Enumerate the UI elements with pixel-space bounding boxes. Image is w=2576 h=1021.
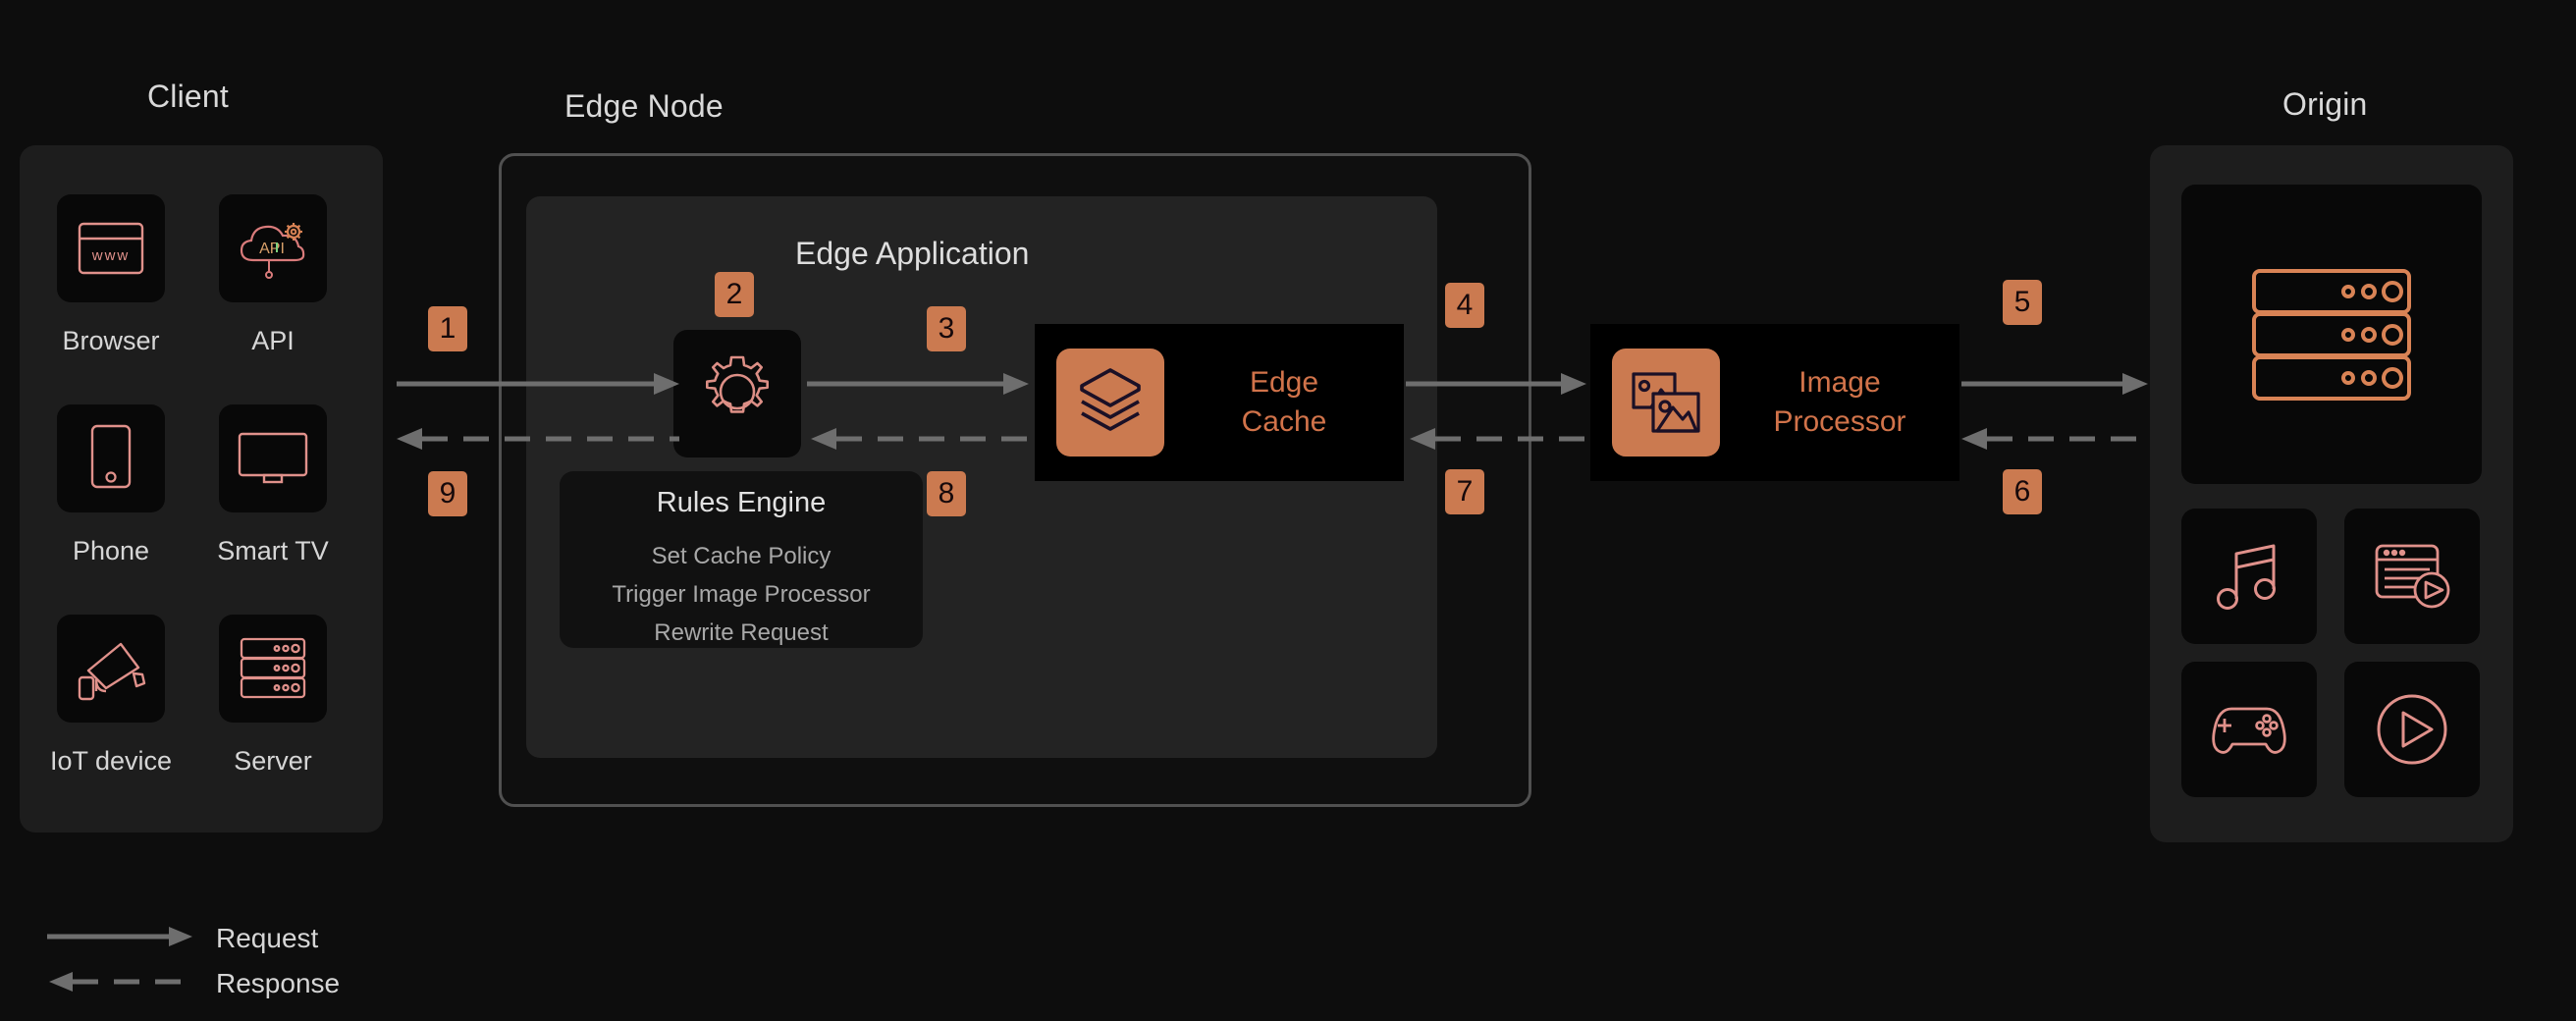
step-badge-6: 6 [2003, 469, 2042, 514]
step-badge-8: 8 [927, 471, 966, 516]
step-badge-1: 1 [428, 306, 467, 351]
rules-engine-icon-tile[interactable] [673, 330, 801, 457]
client-group-title: Client [147, 79, 230, 114]
arrow-request-client-to-edge [397, 371, 681, 397]
legend-response: Response [47, 968, 340, 999]
rules-engine-item-0: Set Cache Policy [651, 543, 832, 569]
rules-engine-title: Rules Engine [656, 487, 827, 518]
origin-asset-game[interactable] [2181, 662, 2317, 797]
svg-text:www: www [91, 247, 131, 264]
origin-asset-music[interactable] [2181, 509, 2317, 644]
arrow-response-processor-to-cache [1398, 426, 1592, 452]
layers-stack-icon [1056, 349, 1164, 457]
edge-cache-label-line1: Edge [1249, 366, 1319, 400]
legend-request-label: Request [216, 923, 319, 953]
security-camera-icon [72, 634, 150, 703]
gear-icon [695, 349, 779, 439]
edge-cache-label-line2: Cache [1241, 405, 1327, 438]
edge-cache-card[interactable]: Edge Cache [1035, 324, 1404, 481]
client-device-smart-tv[interactable] [219, 404, 327, 512]
client-device-server[interactable] [219, 615, 327, 723]
client-device-iot-label: IoT device [49, 746, 173, 776]
client-device-browser-label: Browser [62, 326, 160, 355]
diagram-canvas: Client Edge Node Origin www Browser API [0, 0, 2576, 1021]
play-circle-icon [2371, 688, 2453, 771]
client-device-api[interactable]: API [219, 194, 327, 302]
server-rack-icon [2244, 265, 2419, 404]
legend-request: Request [47, 923, 318, 954]
client-device-browser[interactable]: www [57, 194, 165, 302]
arrow-response-origin-to-processor [1950, 426, 2150, 452]
arrow-request-cache-to-processor [1406, 371, 1588, 397]
arrow-request-processor-to-origin [1961, 371, 2150, 397]
origin-asset-video[interactable] [2344, 662, 2480, 797]
client-device-phone[interactable] [57, 404, 165, 512]
legend-response-label: Response [216, 968, 341, 998]
phone-icon [84, 421, 137, 496]
game-controller-icon [2207, 699, 2291, 760]
client-device-iot[interactable] [57, 615, 165, 723]
arrow-request-rules-to-cache [807, 371, 1031, 397]
client-device-api-label: API [251, 326, 295, 355]
image-processor-card[interactable]: Image Processor [1590, 324, 1959, 481]
svg-text:API: API [259, 241, 285, 257]
image-processor-label: Image Processor [1720, 363, 1959, 441]
step-badge-4: 4 [1445, 283, 1484, 328]
origin-server-tile[interactable] [2181, 185, 2482, 484]
origin-asset-article-video[interactable] [2344, 509, 2480, 644]
step-badge-5: 5 [2003, 280, 2042, 325]
browser-www-icon: www [76, 218, 146, 279]
arrow-response-cache-to-rules [799, 426, 1035, 452]
images-photos-icon [1612, 349, 1720, 457]
client-device-server-label: Server [234, 746, 312, 776]
edge-cache-label: Edge Cache [1164, 363, 1404, 441]
rules-engine-box: Rules Engine Set Cache Policy Trigger Im… [560, 471, 923, 648]
step-badge-9: 9 [428, 471, 467, 516]
music-note-icon [2211, 538, 2287, 615]
client-device-phone-label: Phone [72, 536, 150, 565]
edge-application-title: Edge Application [795, 236, 1030, 271]
legend-request-arrow-icon [47, 926, 194, 952]
step-badge-7: 7 [1445, 469, 1484, 514]
image-processor-label-line1: Image [1798, 366, 1881, 400]
step-badge-3: 3 [927, 306, 966, 351]
edge-node-group-title: Edge Node [564, 88, 724, 124]
smart-tv-icon [234, 426, 312, 491]
client-device-smart-tv-label: Smart TV [217, 536, 329, 565]
origin-group-title: Origin [2282, 86, 2368, 122]
step-badge-2: 2 [715, 272, 754, 317]
server-rack-icon [234, 632, 312, 705]
rules-engine-item-2: Rewrite Request [654, 619, 829, 646]
api-cloud-gear-icon: API [234, 213, 312, 284]
article-video-icon [2371, 538, 2453, 615]
rules-engine-item-1: Trigger Image Processor [612, 581, 871, 608]
arrow-response-edge-to-client [385, 426, 679, 452]
legend-response-arrow-icon [47, 971, 194, 997]
image-processor-label-line2: Processor [1773, 405, 1906, 438]
